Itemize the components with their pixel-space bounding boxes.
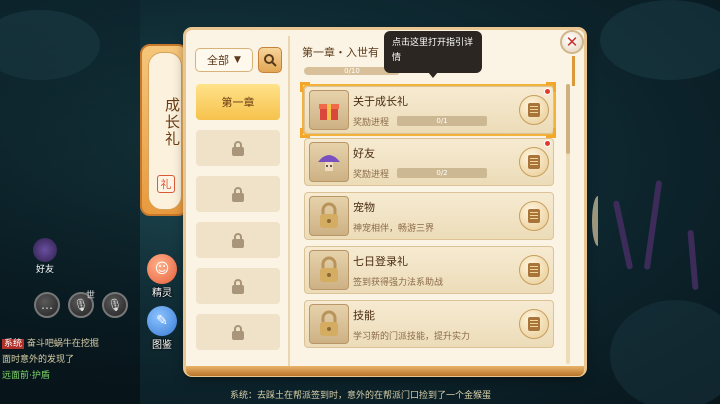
notification-dot xyxy=(544,88,551,95)
chat-bubble-icon: … xyxy=(41,298,53,312)
reward-book-icon xyxy=(528,263,540,277)
lock-icon xyxy=(232,140,244,156)
lock-icon xyxy=(309,304,349,344)
lock-icon xyxy=(232,278,244,294)
friends-label: 好友 xyxy=(35,265,54,275)
lock-icon xyxy=(232,186,244,202)
quest-row[interactable]: 七日登录礼 签到获得强力法系助战 xyxy=(304,246,554,294)
quest-subtitle: 神宠相伴，畅游三界 xyxy=(353,224,435,234)
quest-progress-bar: 0/2 xyxy=(397,168,487,178)
voice-world-label: 世 xyxy=(86,291,96,301)
background-coral xyxy=(687,229,699,291)
chat-emoji-button[interactable]: … xyxy=(34,292,60,318)
reward-button[interactable] xyxy=(519,201,549,231)
close-button[interactable]: ✕ xyxy=(560,30,584,54)
chapter-progress-text: 0/10 xyxy=(344,67,360,75)
reward-button[interactable] xyxy=(519,95,549,125)
voice-team-button[interactable]: 🎙 xyxy=(102,292,128,318)
background-rock xyxy=(600,0,720,80)
quest-progress-text: 0/1 xyxy=(436,117,448,125)
chapter-item-locked[interactable] xyxy=(196,222,280,258)
chat-line: 面时意外的发现了 xyxy=(2,352,74,365)
reward-book-icon xyxy=(528,103,540,117)
close-icon: ✕ xyxy=(565,33,579,51)
chapter-item-locked[interactable] xyxy=(196,268,280,304)
highlight-corner xyxy=(300,82,310,92)
chapter-label: 第一章 xyxy=(221,96,255,109)
handbook-icon: ✎ xyxy=(147,306,177,336)
chapter-item-locked[interactable] xyxy=(196,176,280,212)
friends-button[interactable]: 好友 xyxy=(30,238,60,275)
quest-name: 好友 xyxy=(353,147,375,160)
close-tassel xyxy=(572,56,575,86)
reward-book-icon xyxy=(528,317,540,331)
quest-name: 关于成长礼 xyxy=(353,95,408,108)
highlight-corner xyxy=(300,128,310,138)
search-button[interactable] xyxy=(258,47,282,73)
chapter-item-1[interactable]: 第一章 xyxy=(196,84,280,120)
reward-button[interactable] xyxy=(519,309,549,339)
microphone-icon: 🎙 xyxy=(107,298,123,312)
filter-dropdown[interactable]: 全部 ▼ xyxy=(195,48,253,72)
side-tab-label: 成长礼 xyxy=(163,97,181,148)
side-tab-inner: 成长礼 礼 xyxy=(148,52,182,210)
chat-line: 远面前·护盾 xyxy=(2,368,50,381)
lock-icon xyxy=(309,250,349,290)
quest-subtitle: 学习新的门派技能，提升实力 xyxy=(353,332,471,342)
quest-subtitle: 奖励进程 xyxy=(353,118,390,128)
reward-book-icon xyxy=(528,209,540,223)
quest-row[interactable]: 好友 奖励进程 0/2 xyxy=(304,138,554,186)
sprite-label: 精灵 xyxy=(152,288,172,299)
quest-row[interactable]: 关于成长礼 奖励进程 0/1 xyxy=(304,86,554,134)
lock-icon xyxy=(309,196,349,236)
side-tab-growth-gift[interactable]: 成长礼 礼 xyxy=(140,44,188,216)
quest-scroll-thumb[interactable] xyxy=(566,84,570,154)
quest-name: 七日登录礼 xyxy=(353,255,408,268)
tooltip-arrow xyxy=(428,72,438,78)
quest-progress-bar: 0/1 xyxy=(397,116,487,126)
sprite-button[interactable]: ☺ 精灵 xyxy=(144,254,180,299)
lock-icon xyxy=(232,324,244,340)
mushroom-friend-icon xyxy=(309,142,349,182)
background-rock xyxy=(610,300,720,404)
chapter-title: 第一章・入世有 xyxy=(302,46,379,59)
background-coral xyxy=(612,200,634,270)
reward-button[interactable] xyxy=(519,147,549,177)
quest-name: 宠物 xyxy=(353,201,375,214)
chat-system-tag: 系统 xyxy=(2,339,25,349)
panel-bottom-edge xyxy=(186,366,584,376)
filter-label: 全部 xyxy=(207,54,230,67)
search-icon xyxy=(264,54,277,67)
quest-name: 技能 xyxy=(353,309,375,322)
tooltip-text: 点击这里打开指引详情 xyxy=(392,38,474,63)
friends-avatar-icon xyxy=(33,238,57,262)
quest-progress-text: 0/2 xyxy=(436,169,448,177)
quest-row[interactable]: 宠物 神宠相伴，畅游三界 xyxy=(304,192,554,240)
gift-box-icon xyxy=(309,90,349,130)
chat-text: 远面前·护盾 xyxy=(2,371,50,381)
panel-divider xyxy=(288,36,290,366)
lock-icon xyxy=(232,232,244,248)
system-message: 系统：去踩土在帮派签到时，意外的在帮派门口捡到了一个金猴蛋 xyxy=(230,391,492,401)
handbook-label: 图鉴 xyxy=(152,340,172,351)
chat-line: 系统 奋斗吧蜗牛在挖掘 xyxy=(2,336,99,349)
gift-icon: 礼 xyxy=(157,175,175,193)
background-coral xyxy=(643,180,663,270)
reward-book-icon xyxy=(528,155,540,169)
reward-button[interactable] xyxy=(519,255,549,285)
handbook-button[interactable]: ✎ 图鉴 xyxy=(144,306,180,351)
chapter-item-locked[interactable] xyxy=(196,130,280,166)
sprite-avatar-icon: ☺ xyxy=(147,254,177,284)
chat-text: 奋斗吧蜗牛在挖掘 xyxy=(26,339,99,349)
chevron-down-icon: ▼ xyxy=(234,55,241,65)
guide-tooltip[interactable]: 点击这里打开指引详情 xyxy=(384,31,482,73)
quest-subtitle: 签到获得强力法系助战 xyxy=(353,278,444,288)
page-arrow-right-icon[interactable] xyxy=(592,196,604,246)
chat-text: 面时意外的发现了 xyxy=(2,355,75,365)
quest-row[interactable]: 技能 学习新的门派技能，提升实力 xyxy=(304,300,554,348)
notification-dot xyxy=(544,140,551,147)
quest-subtitle: 奖励进程 xyxy=(353,170,390,180)
chapter-item-locked[interactable] xyxy=(196,314,280,350)
highlight-corner xyxy=(546,128,556,138)
